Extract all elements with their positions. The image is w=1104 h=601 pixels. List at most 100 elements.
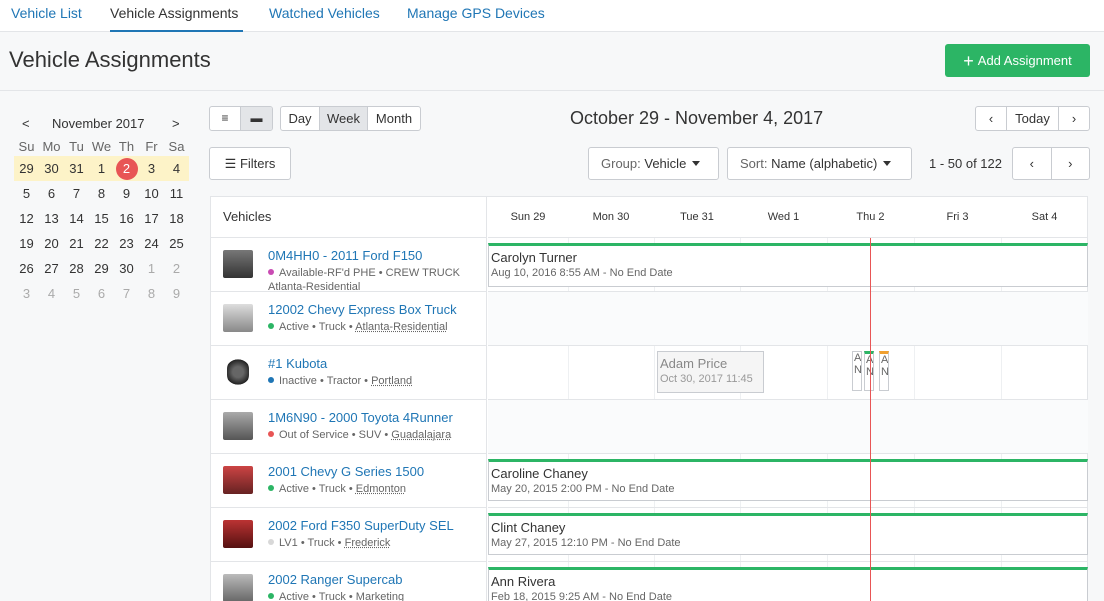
vehicle-photo — [227, 358, 249, 386]
today-marker: 2 — [115, 157, 138, 180]
sort-value: Name (alphabetic) — [771, 156, 878, 171]
calendar-day[interactable]: 5 — [64, 281, 89, 306]
vehicle-group-link[interactable]: Atlanta-Residential — [268, 281, 360, 290]
calendar-day[interactable]: 12 — [14, 206, 39, 231]
calendar-day[interactable]: 3 — [139, 156, 164, 181]
chevron-right-icon[interactable]: › — [1059, 107, 1089, 130]
add-assignment-label: Add Assignment — [977, 53, 1072, 68]
calendar-day[interactable]: 5 — [14, 181, 39, 206]
assignment-bar[interactable]: Caroline Chaney May 20, 2015 2:00 PM - N… — [488, 459, 1088, 501]
calendar-day[interactable]: 17 — [139, 206, 164, 231]
calendar-day[interactable]: 10 — [139, 181, 164, 206]
view-week-button[interactable]: Week — [320, 107, 368, 130]
calendar-day-today[interactable]: 2 — [114, 156, 139, 181]
prev-month-button[interactable]: < — [22, 116, 30, 131]
sort-select[interactable]: Sort: Name (alphabetic) — [727, 147, 912, 180]
calendar-day[interactable]: 16 — [114, 206, 139, 231]
page-prev-icon[interactable]: ‹ — [1013, 148, 1052, 179]
calendar-day[interactable]: 4 — [39, 281, 64, 306]
vehicle-name-link[interactable]: 12002 Chevy Express Box Truck — [268, 302, 457, 317]
tab-watched-vehicles[interactable]: Watched Vehicles — [269, 0, 380, 32]
calendar-day[interactable]: 28 — [64, 256, 89, 281]
calendar-day[interactable]: 7 — [114, 281, 139, 306]
assignment-bar-mini[interactable]: AN — [852, 351, 862, 391]
calendar-day[interactable]: 13 — [39, 206, 64, 231]
calendar-day[interactable]: 30 — [39, 156, 64, 181]
assignment-bar[interactable]: Clint Chaney May 27, 2015 12:10 PM - No … — [488, 513, 1088, 555]
day-header: Thu 2 — [827, 197, 914, 238]
view-day-button[interactable]: Day — [281, 107, 320, 130]
vehicle-name-link[interactable]: 1M6N90 - 2000 Toyota 4Runner — [268, 410, 453, 425]
calendar-day[interactable]: 22 — [89, 231, 114, 256]
calendar-day[interactable]: 11 — [164, 181, 189, 206]
vehicle-name-link[interactable]: 2002 Ranger Supercab — [268, 572, 402, 587]
calendar-day[interactable]: 24 — [139, 231, 164, 256]
page-next-icon[interactable]: › — [1052, 148, 1090, 179]
calendar-day[interactable]: 9 — [114, 181, 139, 206]
day-header: Sun 29 — [488, 197, 568, 238]
calendar-day[interactable]: 18 — [164, 206, 189, 231]
calendar-day[interactable]: 29 — [14, 156, 39, 181]
calendar-day[interactable]: 29 — [89, 256, 114, 281]
assignment-bar-mini[interactable]: AN — [864, 351, 874, 391]
plus-icon: + — [963, 51, 974, 71]
next-month-button[interactable]: > — [172, 116, 180, 131]
calendar-day[interactable]: 8 — [89, 181, 114, 206]
calendar-day[interactable]: 6 — [39, 181, 64, 206]
calendar-day[interactable]: 20 — [39, 231, 64, 256]
vehicle-group-link[interactable]: Frederick — [345, 537, 391, 549]
filters-button[interactable]: ☰ Filters — [209, 147, 291, 180]
vehicle-group-link[interactable]: Edmonton — [356, 483, 406, 495]
view-month-button[interactable]: Month — [368, 107, 420, 130]
calendar-day[interactable]: 15 — [89, 206, 114, 231]
group-select[interactable]: Group: Vehicle — [588, 147, 719, 180]
calendar-day[interactable]: 14 — [64, 206, 89, 231]
today-button[interactable]: Today — [1007, 107, 1059, 130]
calendar-day[interactable]: 30 — [114, 256, 139, 281]
vehicle-name-link[interactable]: #1 Kubota — [268, 356, 327, 371]
header-divider — [0, 90, 1104, 91]
assignment-dates: May 20, 2015 2:00 PM - No End Date — [491, 483, 675, 495]
assignee-name: Carolyn Turner — [491, 250, 577, 265]
compact-view-icon[interactable]: ▬ — [241, 107, 272, 130]
assignment-bar-mini[interactable]: AN — [879, 351, 889, 391]
day-header: Fri 3 — [914, 197, 1001, 238]
calendar-day[interactable]: 23 — [114, 231, 139, 256]
add-assignment-button[interactable]: + Add Assignment — [945, 44, 1090, 77]
calendar-day[interactable]: 21 — [64, 231, 89, 256]
calendar-day[interactable]: 25 — [164, 231, 189, 256]
assignment-bar[interactable]: Ann Rivera Feb 18, 2015 9:25 AM - No End… — [488, 567, 1088, 601]
calendar-day[interactable]: 31 — [64, 156, 89, 181]
tab-manage-gps-devices[interactable]: Manage GPS Devices — [407, 0, 545, 32]
calendar-day[interactable]: 9 — [164, 281, 189, 306]
assignment-dates: Oct 30, 2017 11:45 — [660, 373, 753, 385]
calendar-day[interactable]: 2 — [164, 256, 189, 281]
vehicle-name-link[interactable]: 0M4HH0 - 2011 Ford F150 — [268, 248, 422, 263]
chevron-left-icon[interactable]: ‹ — [976, 107, 1007, 130]
assignment-bar[interactable]: Carolyn Turner Aug 10, 2016 8:55 AM - No… — [488, 243, 1088, 287]
calendar-day[interactable]: 4 — [164, 156, 189, 181]
calendar-day[interactable]: 19 — [14, 231, 39, 256]
vehicle-group-link[interactable]: Portland — [371, 375, 412, 387]
vehicle-group-link[interactable]: Atlanta-Residential — [355, 321, 447, 333]
calendar-day[interactable]: 1 — [89, 156, 114, 181]
assignment-bar[interactable]: Adam Price Oct 30, 2017 11:45 — [657, 351, 764, 393]
vehicle-status: Active — [279, 483, 309, 495]
calendar-day[interactable]: 27 — [39, 256, 64, 281]
calendar-day[interactable]: 8 — [139, 281, 164, 306]
calendar-day[interactable]: 26 — [14, 256, 39, 281]
assignment-lane: Caroline Chaney May 20, 2015 2:00 PM - N… — [488, 454, 1088, 508]
calendar-day[interactable]: 3 — [14, 281, 39, 306]
list-view-icon[interactable]: ≡ — [210, 107, 241, 130]
vehicle-photo — [223, 574, 253, 601]
calendar-day[interactable]: 1 — [139, 256, 164, 281]
calendar-day[interactable]: 7 — [64, 181, 89, 206]
vehicle-photo — [223, 250, 253, 278]
status-dot — [268, 269, 274, 275]
calendar-day[interactable]: 6 — [89, 281, 114, 306]
tab-vehicle-assignments[interactable]: Vehicle Assignments — [110, 0, 243, 32]
vehicle-name-link[interactable]: 2001 Chevy G Series 1500 — [268, 464, 424, 479]
vehicle-name-link[interactable]: 2002 Ford F350 SuperDuty SEL — [268, 518, 454, 533]
vehicle-group-link[interactable]: Guadalajara — [391, 429, 451, 441]
tab-vehicle-list[interactable]: Vehicle List — [11, 0, 82, 32]
